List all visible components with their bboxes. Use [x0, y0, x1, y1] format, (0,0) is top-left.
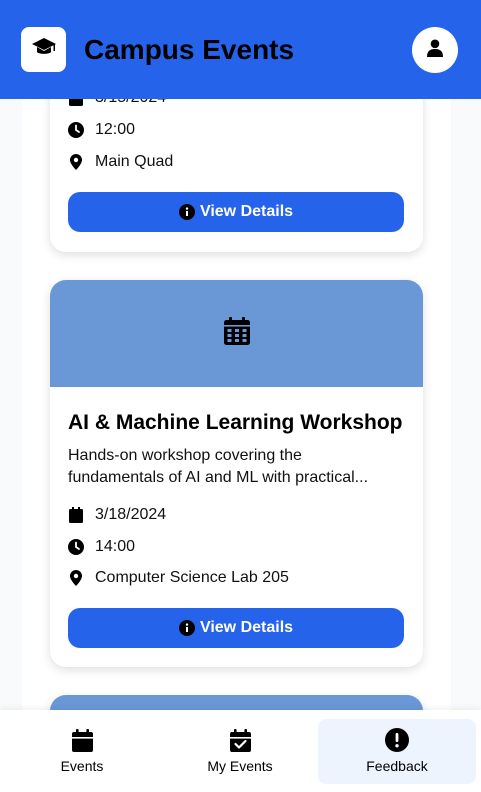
event-location: Main Quad [68, 153, 173, 171]
info-circle-icon [178, 204, 195, 220]
view-details-button[interactable]: View Details [68, 192, 404, 232]
event-date: 3/18/2024 [68, 506, 166, 524]
calendar-icon [68, 99, 84, 106]
clock-icon [68, 539, 84, 555]
view-details-button[interactable]: View Details [68, 608, 404, 648]
nav-item-events[interactable]: Events [3, 719, 161, 784]
event-banner [50, 695, 423, 710]
bottom-nav: Events My Events Feedback [0, 710, 481, 792]
calendar-check-icon [228, 728, 252, 752]
event-time: 12:00 [68, 121, 135, 139]
event-card: 3/15/2024 12:00 Main Quad View Details [50, 99, 423, 252]
map-pin-icon [68, 154, 84, 170]
event-card [50, 695, 423, 710]
event-feed[interactable]: 3/15/2024 12:00 Main Quad View Details [22, 99, 451, 710]
nav-item-feedback[interactable]: Feedback [318, 719, 476, 784]
exclamation-circle-icon [385, 728, 409, 752]
calendar-icon [68, 507, 84, 523]
event-banner [50, 280, 423, 387]
clock-icon [68, 122, 84, 138]
map-pin-icon [68, 570, 84, 586]
event-location: Computer Science Lab 205 [68, 569, 289, 587]
event-date: 3/15/2024 [68, 99, 166, 107]
app-title: Campus Events [84, 34, 295, 65]
user-icon [427, 39, 443, 62]
event-description: Hands-on workshop covering the fundament… [68, 447, 369, 486]
event-time: 14:00 [68, 538, 135, 556]
event-title: AI & Machine Learning Workshop [68, 411, 403, 434]
profile-button[interactable] [412, 27, 458, 73]
info-circle-icon [178, 620, 195, 636]
nav-item-my-events[interactable]: My Events [161, 719, 319, 784]
event-card: AI & Machine Learning Workshop Hands-on … [50, 280, 423, 667]
graduation-cap-icon [31, 36, 57, 63]
app-logo [21, 27, 66, 72]
calendar-icon [70, 728, 94, 752]
app-header: Campus Events [0, 0, 481, 99]
calendar-grid-icon [223, 317, 250, 350]
